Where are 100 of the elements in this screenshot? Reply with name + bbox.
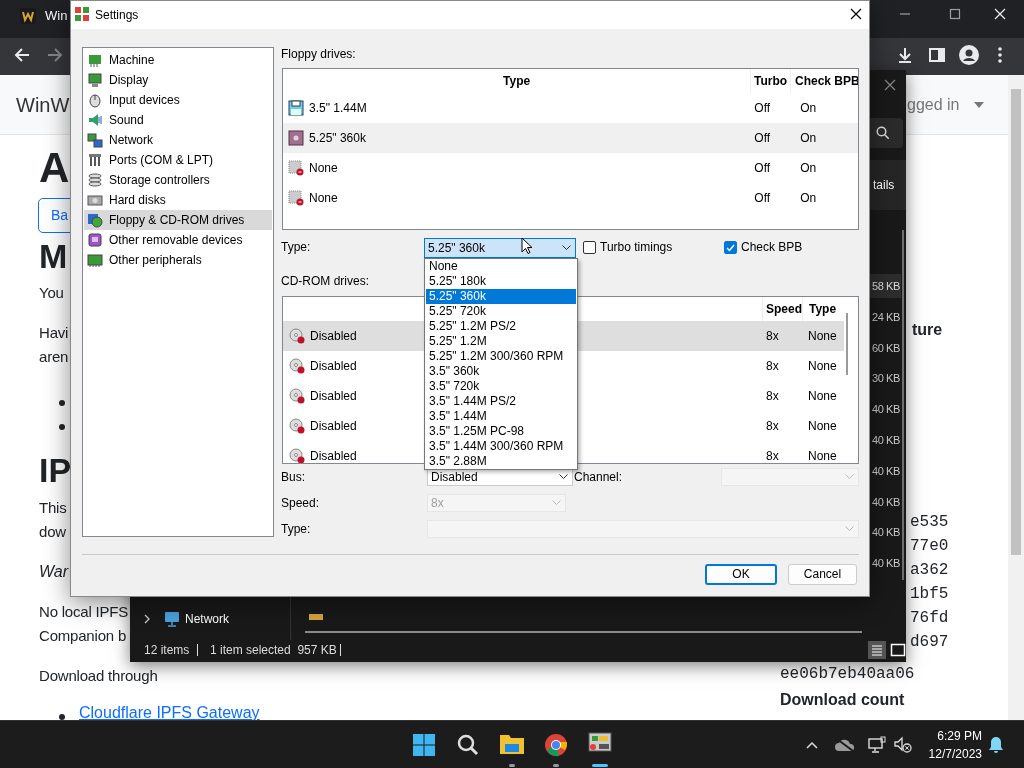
table-row[interactable]: None Off On [283, 153, 858, 183]
column-header[interactable]: Type [283, 69, 751, 93]
window-title: Settings [95, 7, 139, 23]
category-label: Floppy & CD-ROM drives [109, 212, 245, 228]
paragraph-text: Download through [39, 666, 158, 686]
page-title: A [39, 145, 70, 191]
cloud-icon[interactable] [835, 738, 855, 752]
scrollbar-thumb[interactable] [846, 313, 848, 375]
table-cell[interactable]: Disabled [283, 321, 357, 351]
column-header[interactable]: Turbo [750, 69, 790, 93]
network-icon[interactable] [868, 736, 886, 754]
checkbox[interactable] [583, 241, 596, 254]
file-size[interactable]: 40 KB [870, 489, 901, 514]
category-item[interactable]: Storage controllers [84, 170, 272, 190]
category-item[interactable]: Sound [84, 110, 272, 130]
scrollbar[interactable] [305, 631, 862, 633]
speaker-icon [87, 112, 103, 128]
category-item[interactable]: Machine [84, 50, 272, 70]
dropdown-option[interactable]: 5.25" 720k [426, 304, 576, 319]
file-size[interactable]: 30 KB [870, 366, 901, 391]
empty-drive-icon [288, 160, 304, 176]
dropdown-option[interactable]: 3.5" 360k [426, 364, 576, 379]
nav-item[interactable]: Network [185, 611, 229, 627]
dropdown-option[interactable]: 3.5" 2.88M [426, 454, 576, 469]
start-icon[interactable] [412, 733, 436, 757]
volume-muted-icon[interactable] [894, 736, 912, 754]
details-button[interactable]: tails [873, 177, 895, 193]
ok-button[interactable]: OK [705, 564, 777, 585]
dropdown-option[interactable]: 3.5" 720k [426, 379, 576, 394]
category-item[interactable]: Other peripherals [84, 250, 272, 270]
file-size[interactable]: 40 KB [870, 428, 901, 452]
gateway-link[interactable]: Cloudflare IPFS Gateway [79, 706, 260, 720]
scrollbar[interactable] [902, 230, 904, 580]
chevron-up-icon[interactable] [806, 741, 818, 749]
dropdown-option[interactable]: 3.5" 1.44M [426, 409, 576, 424]
site-name[interactable]: WinW [16, 93, 70, 117]
category-item[interactable]: Ports (COM & LPT) [84, 150, 272, 170]
checkbox[interactable] [724, 241, 737, 254]
profile-icon[interactable] [959, 45, 979, 65]
table-cell-text: Off [753, 160, 772, 177]
tiles-view-icon[interactable] [889, 641, 907, 659]
scrollbar[interactable] [1008, 75, 1024, 720]
clock-time[interactable]: 6:29 PM [922, 728, 982, 744]
download-icon[interactable] [896, 46, 914, 64]
file-size[interactable]: 60 KB [870, 335, 901, 360]
cancel-button[interactable]: Cancel [788, 564, 857, 585]
menu-icon[interactable] [997, 46, 1003, 64]
scrollbar-thumb[interactable] [1011, 89, 1021, 555]
file-size[interactable]: 58 KB [870, 274, 901, 298]
category-item[interactable]: Network [84, 130, 272, 150]
table-row[interactable]: 3.5" 1.44M Off On [283, 93, 858, 123]
dropdown-option[interactable]: 3.5" 1.44M 300/360 RPM [426, 439, 576, 454]
account-menu[interactable]: gged in [907, 95, 960, 115]
chevron-icon[interactable] [143, 614, 151, 624]
search-icon[interactable] [456, 733, 480, 757]
notification-bell-icon[interactable] [988, 736, 1004, 754]
table-cell-text: Off [753, 190, 772, 207]
forward-arrow-icon[interactable] [46, 46, 64, 64]
table-row[interactable]: 5.25" 360k Off On [283, 123, 858, 153]
dropdown-option[interactable]: 5.25" 1.2M 300/360 RPM [426, 349, 576, 364]
checkbox-label: Turbo timings [600, 239, 673, 255]
restore-icon[interactable] [949, 8, 961, 20]
clock-date[interactable]: 12/7/2023 [922, 746, 982, 762]
dropdown-option[interactable]: 5.25" 1.2M PS/2 [426, 319, 576, 334]
category-item[interactable]: Other removable devices [84, 230, 272, 250]
dropdown-option[interactable]: 5.25" 1.2M [426, 334, 576, 349]
file-size[interactable]: 40 KB [870, 520, 901, 545]
disc-icon [87, 212, 103, 228]
type-dropdown[interactable]: 5.25" 360k [424, 238, 576, 258]
dropdown-option[interactable]: 5.25" 180k [426, 274, 576, 289]
hash-text: e535 [910, 512, 949, 532]
table-cell[interactable]: 8x [762, 321, 802, 351]
dropdown-option[interactable]: 3.5" 1.44M PS/2 [426, 394, 576, 409]
table-row[interactable]: None Off On [283, 183, 858, 213]
dropdown-option[interactable]: 5.25" 360k [426, 289, 576, 304]
category-item[interactable]: Display [84, 70, 272, 90]
file-size[interactable]: 24 KB [870, 304, 901, 329]
chevron-down-icon [845, 474, 854, 480]
storage-icon [87, 172, 103, 188]
browser-icon[interactable] [544, 733, 568, 757]
table-cell[interactable]: None [802, 321, 844, 351]
hash-text: 77e0 [910, 536, 949, 556]
dropdown-value: 8x [431, 495, 444, 512]
dropdown-value: Disabled [431, 469, 478, 486]
file-size[interactable]: 40 KB [870, 397, 901, 422]
dropdown-option[interactable]: None [426, 259, 576, 274]
category-label: Display [109, 72, 149, 88]
file-size[interactable]: 40 KB [870, 551, 901, 576]
section-heading: IP [39, 450, 72, 490]
side-panel-icon[interactable] [928, 46, 946, 64]
file-size[interactable]: 40 KB [870, 458, 901, 483]
dropdown-option[interactable]: 3.5" 1.25M PC-98 [426, 424, 576, 439]
category-item[interactable]: Floppy & CD-ROM drives [84, 210, 272, 230]
back-arrow-icon[interactable] [13, 46, 31, 64]
tab-title[interactable]: Win [45, 8, 68, 24]
folder-icon[interactable] [499, 732, 525, 756]
table-cell-text: Off [753, 130, 772, 147]
app-icon [74, 6, 90, 22]
close-icon[interactable] [850, 8, 862, 20]
category-item[interactable]: Input devices [84, 90, 272, 110]
